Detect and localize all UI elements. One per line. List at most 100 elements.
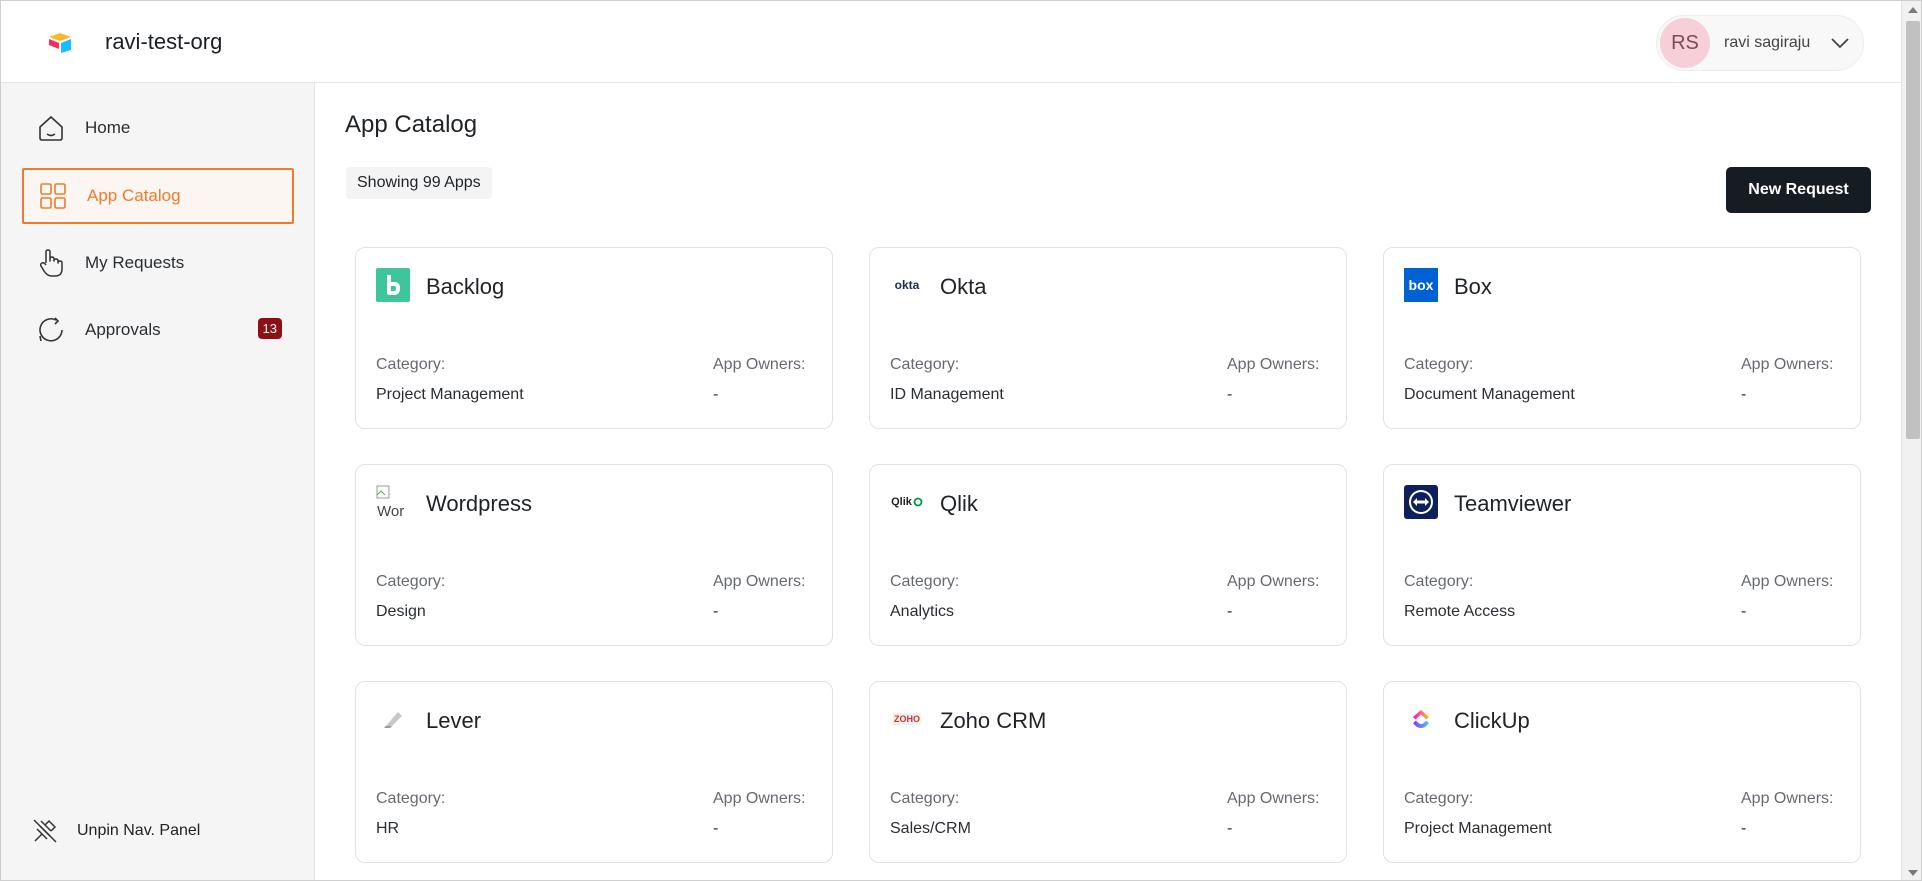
app-card-clickup[interactable]: ClickUp Category: App Owners: Project Ma… bbox=[1383, 681, 1861, 863]
app-owners-value: - bbox=[1741, 820, 1747, 837]
app-card-lever[interactable]: Lever Category: App Owners: HR - bbox=[355, 681, 833, 863]
app-name: Box bbox=[1454, 274, 1492, 299]
sidebar-item-home[interactable]: Home bbox=[22, 100, 294, 156]
app-owners-label: App Owners: bbox=[1741, 573, 1834, 590]
app-name: ClickUp bbox=[1454, 708, 1530, 733]
category-value: Analytics bbox=[890, 603, 955, 620]
app-owners-value: - bbox=[713, 820, 719, 837]
category-value: HR bbox=[376, 820, 400, 837]
app-owners-label: App Owners: bbox=[1227, 573, 1320, 590]
home-icon bbox=[39, 115, 63, 141]
app-owners-label: App Owners: bbox=[1741, 356, 1834, 373]
category-value: Remote Access bbox=[1404, 603, 1516, 620]
app-owners-value: - bbox=[1227, 386, 1233, 403]
category-label: Category: bbox=[1404, 573, 1474, 590]
scroll-thumb[interactable] bbox=[1906, 21, 1920, 439]
backlog-logo-icon bbox=[376, 268, 410, 302]
qlik-logo-icon: Qlik bbox=[890, 485, 924, 519]
okta-logo-text: okta bbox=[894, 278, 920, 292]
app-owners-value: - bbox=[713, 386, 719, 403]
app-owners-label: App Owners: bbox=[1741, 790, 1834, 807]
app-owners-label: App Owners: bbox=[1227, 790, 1320, 807]
refresh-chat-icon bbox=[39, 317, 63, 342]
box-logo-text: box bbox=[1408, 277, 1434, 293]
app-card-box[interactable]: box Box Category: App Owners: Document M… bbox=[1383, 247, 1861, 429]
sidebar-item-my-requests[interactable]: My Requests bbox=[22, 235, 294, 291]
sidebar-item-label: My Requests bbox=[85, 253, 185, 272]
sidebar-item-label: Approvals bbox=[85, 320, 161, 339]
category-value: Project Management bbox=[376, 386, 524, 403]
category-label: Category: bbox=[890, 790, 960, 807]
sidebar-item-label: App Catalog bbox=[87, 186, 181, 205]
category-value: Design bbox=[376, 603, 426, 620]
app-owners-label: App Owners: bbox=[1227, 356, 1320, 373]
app-card-teamviewer[interactable]: Teamviewer Category: App Owners: Remote … bbox=[1383, 464, 1861, 646]
app-name: Zoho CRM bbox=[940, 708, 1047, 733]
app-owners-value: - bbox=[1741, 386, 1747, 403]
scroll-up-icon[interactable] bbox=[1908, 7, 1918, 13]
new-request-button[interactable]: New Request bbox=[1726, 167, 1871, 213]
scroll-down-icon[interactable] bbox=[1908, 870, 1918, 876]
category-value: Project Management bbox=[1404, 820, 1552, 837]
category-label: Category: bbox=[1404, 790, 1474, 807]
app-name: Qlik bbox=[940, 491, 978, 516]
app-owners-label: App Owners: bbox=[713, 573, 806, 590]
sidebar-item-approvals[interactable]: Approvals 13 bbox=[22, 302, 294, 358]
unpin-label: Unpin Nav. Panel bbox=[77, 822, 201, 839]
sidebar-item-label: Home bbox=[85, 118, 131, 137]
unpin-icon bbox=[33, 819, 57, 843]
app-owners-value: - bbox=[1227, 820, 1233, 837]
broken-image-alt-text: Wor bbox=[377, 503, 405, 519]
app-owners-label: App Owners: bbox=[713, 356, 806, 373]
category-label: Category: bbox=[890, 356, 960, 373]
app-owners-value: - bbox=[713, 603, 719, 620]
sidebar-item-app-catalog[interactable]: App Catalog bbox=[22, 168, 294, 224]
category-value: Sales/CRM bbox=[890, 820, 971, 837]
main-content: App Catalog Showing 99 Apps New Request … bbox=[315, 83, 1901, 880]
category-value: ID Management bbox=[890, 386, 1004, 403]
org-name: ravi-test-org bbox=[105, 29, 223, 54]
clickup-logo-icon bbox=[1404, 702, 1438, 736]
user-menu[interactable]: RS ravi sagiraju bbox=[1656, 15, 1864, 71]
category-label: Category: bbox=[890, 573, 960, 590]
app-card-backlog[interactable]: Backlog Category: App Owners: Project Ma… bbox=[355, 247, 833, 429]
app-card-qlik[interactable]: Qlik Qlik Category: App Owners: Analytic… bbox=[869, 464, 1347, 646]
vertical-scrollbar[interactable] bbox=[1901, 1, 1921, 880]
app-owners-value: - bbox=[1741, 603, 1747, 620]
user-name: ravi sagiraju bbox=[1724, 34, 1811, 51]
app-name: Teamviewer bbox=[1454, 491, 1572, 516]
sidebar: Home App Catalog My Requests Approvals 1… bbox=[1, 83, 315, 880]
app-name: Wordpress bbox=[426, 491, 532, 516]
zoho-logo-text: ZOHO bbox=[893, 713, 921, 725]
app-card-wordpress[interactable]: Wor Wordpress Category: App Owners: Desi… bbox=[355, 464, 833, 646]
lever-logo-icon bbox=[376, 702, 410, 736]
broken-image-icon: Wor bbox=[376, 485, 410, 519]
avatar: RS bbox=[1660, 18, 1710, 68]
app-name: Okta bbox=[940, 274, 987, 299]
category-label: Category: bbox=[1404, 356, 1474, 373]
chevron-down-icon bbox=[1831, 38, 1849, 49]
okta-logo-icon: okta bbox=[890, 268, 924, 302]
unpin-nav-button[interactable]: Unpin Nav. Panel bbox=[31, 817, 200, 845]
app-name: Lever bbox=[426, 708, 482, 733]
hand-pointer-icon bbox=[39, 249, 63, 277]
grid-icon bbox=[40, 183, 66, 209]
teamviewer-logo-icon bbox=[1404, 485, 1438, 519]
category-label: Category: bbox=[376, 573, 446, 590]
category-label: Category: bbox=[376, 356, 446, 373]
zoho-logo-icon: ZOHO bbox=[890, 702, 924, 736]
app-count: Showing 99 Apps bbox=[346, 167, 492, 199]
category-label: Category: bbox=[376, 790, 446, 807]
app-card-okta[interactable]: okta Okta Category: App Owners: ID Manag… bbox=[869, 247, 1347, 429]
approvals-count-badge: 13 bbox=[257, 318, 282, 339]
org-logo-icon bbox=[49, 33, 71, 53]
app-window: ravi-test-org RS ravi sagiraju Home App … bbox=[0, 0, 1922, 881]
app-owners-label: App Owners: bbox=[713, 790, 806, 807]
top-header: ravi-test-org RS ravi sagiraju bbox=[1, 1, 1901, 83]
app-card-zoho-crm[interactable]: ZOHO Zoho CRM Category: App Owners: Sale… bbox=[869, 681, 1347, 863]
app-name: Backlog bbox=[426, 274, 505, 299]
box-logo-icon: box bbox=[1404, 268, 1438, 302]
category-value: Document Management bbox=[1404, 386, 1575, 403]
page-title: App Catalog bbox=[345, 111, 478, 138]
qlik-logo-text: Qlik bbox=[891, 496, 912, 508]
